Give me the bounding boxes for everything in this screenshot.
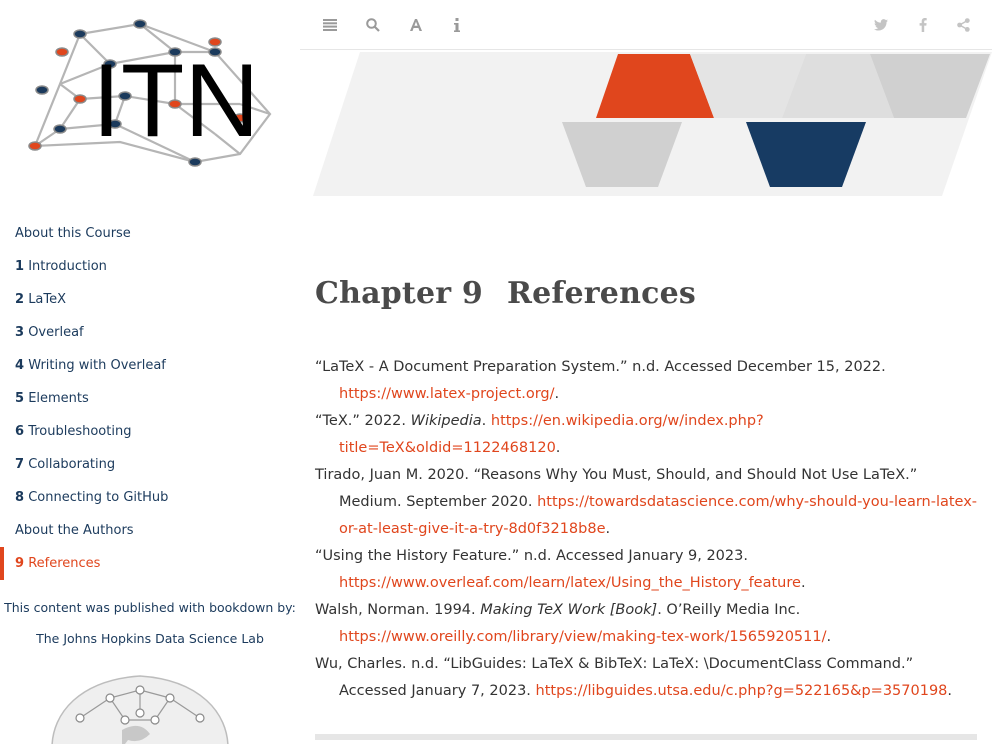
reference-link[interactable]: https://libguides.utsa.edu/c.php?g=52216… — [536, 683, 948, 699]
twitter-icon[interactable] — [870, 14, 892, 36]
reference-item: Walsh, Norman. 1994. Making TeX Work [Bo… — [315, 602, 832, 645]
toc-item-about-course[interactable]: About this Course — [0, 217, 300, 250]
toc-item-collaborating[interactable]: 7 Collaborating — [0, 448, 300, 481]
chapter-title-text: References — [506, 276, 696, 311]
reference-list: “LaTeX - A Document Preparation System.”… — [315, 354, 980, 705]
toc-item-connecting-github[interactable]: 8 Connecting to GitHub — [0, 481, 300, 514]
toc-item-troubleshooting[interactable]: 6 Troubleshooting — [0, 415, 300, 448]
logo-text: ITN — [92, 43, 260, 159]
content-divider — [315, 734, 977, 740]
toc-item-latex[interactable]: 2 LaTeX — [0, 283, 300, 316]
toc-item-introduction[interactable]: 1 Introduction — [0, 250, 300, 283]
reference-link[interactable]: https://www.oreilly.com/library/view/mak… — [339, 629, 826, 645]
chapter-banner — [313, 52, 992, 196]
toc-item-about-authors[interactable]: About the Authors — [0, 514, 300, 547]
sidebar: ITN About this Course 1 Introduction 2 L… — [0, 0, 300, 744]
reference-item: Wu, Charles. n.d. “LibGuides: LaTeX & Bi… — [315, 656, 953, 699]
reference-item: Tirado, Juan M. 2020. “Reasons Why You M… — [315, 467, 978, 537]
toc-item-overleaf[interactable]: 3 Overleaf — [0, 316, 300, 349]
toc-item-references[interactable]: 9 References — [0, 547, 300, 580]
info-icon[interactable] — [446, 14, 468, 36]
reference-item: “Using the History Feature.” n.d. Access… — [315, 548, 806, 591]
reference-link[interactable]: https://www.overleaf.com/learn/latex/Usi… — [339, 575, 801, 591]
facebook-icon[interactable] — [912, 14, 934, 36]
reference-item: “TeX.” 2022. Wikipedia. https://en.wikip… — [315, 413, 764, 456]
toc-nav: About this Course 1 Introduction 2 LaTeX… — [0, 217, 300, 580]
font-icon[interactable] — [405, 14, 427, 36]
toc-item-elements[interactable]: 5 Elements — [0, 382, 300, 415]
toc-item-writing-with-overleaf[interactable]: 4 Writing with Overleaf — [0, 349, 300, 382]
reference-item: “LaTeX - A Document Preparation System.”… — [315, 359, 886, 402]
bottom-brain-logo — [51, 675, 229, 744]
published-with-text: This content was published with bookdown… — [4, 600, 296, 615]
reference-link[interactable]: https://www.latex-project.org/ — [339, 386, 555, 402]
share-icon[interactable] — [952, 14, 974, 36]
toolbar — [300, 0, 992, 50]
page-title: Chapter 9 References — [315, 276, 696, 311]
chapter-number: Chapter 9 — [315, 276, 483, 311]
search-icon[interactable] — [362, 14, 384, 36]
itn-logo: ITN — [28, 19, 272, 167]
jhu-dasl-link[interactable]: The Johns Hopkins Data Science Lab — [0, 631, 300, 646]
list-icon[interactable] — [319, 14, 341, 36]
